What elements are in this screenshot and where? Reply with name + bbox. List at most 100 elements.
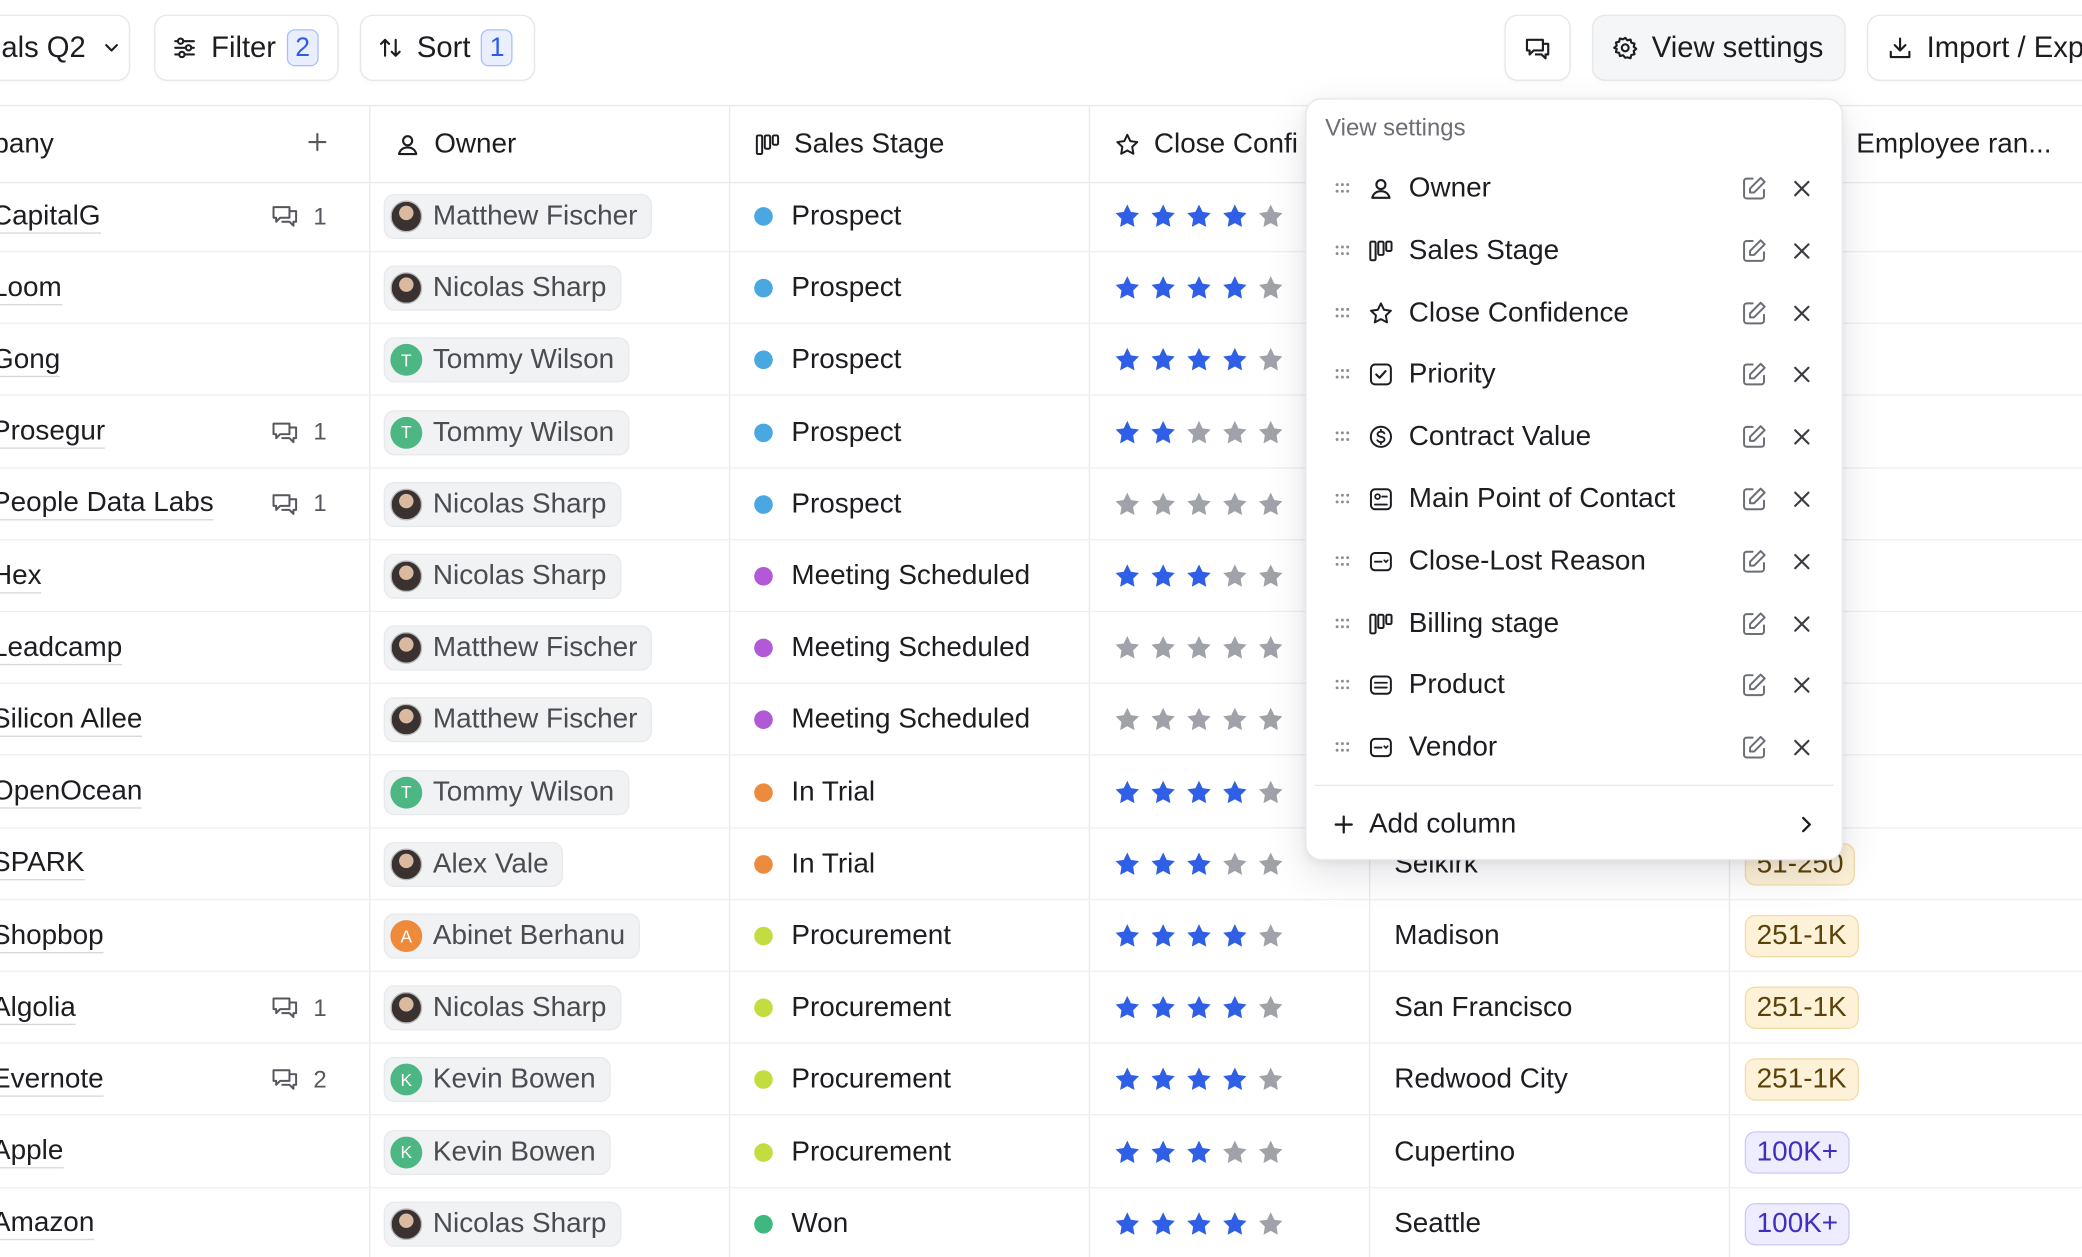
close-confidence-cell[interactable]: [1113, 181, 1286, 253]
sales-stage-cell[interactable]: In Trial: [754, 756, 875, 828]
drag-handle-icon[interactable]: [1333, 676, 1352, 695]
company-cell[interactable]: CapitalG 1: [0, 181, 353, 253]
table-row[interactable]: Evernote 2 K Kevin Bowen Procurement Redwood …: [0, 1044, 2082, 1116]
star-filled-icon[interactable]: [1220, 993, 1249, 1022]
company-cell[interactable]: Amazon: [0, 1188, 353, 1257]
close-confidence-cell[interactable]: [1113, 684, 1286, 756]
owner-cell[interactable]: Nicolas Sharp: [383, 468, 622, 540]
star-filled-icon[interactable]: [1149, 346, 1178, 375]
company-cell[interactable]: Loom: [0, 253, 353, 325]
location-cell[interactable]: San Francisco: [1394, 972, 1572, 1044]
owner-cell[interactable]: K Kevin Bowen: [383, 1116, 611, 1188]
company-cell[interactable]: OpenOcean: [0, 756, 353, 828]
owner-chip[interactable]: Matthew Fischer: [383, 697, 653, 743]
view-settings-item[interactable]: Priority: [1307, 344, 1845, 405]
star-filled-icon[interactable]: [1149, 850, 1178, 879]
import-export-button[interactable]: Import / Exp: [1866, 14, 2082, 81]
star-filled-icon[interactable]: [1149, 274, 1178, 303]
company-cell[interactable]: People Data Labs 1: [0, 468, 353, 540]
star-filled-icon[interactable]: [1149, 993, 1178, 1022]
close-icon[interactable]: [1790, 425, 1814, 449]
star-filled-icon[interactable]: [1113, 346, 1142, 375]
table-row[interactable]: Algolia 1 Nicolas Sharp Procurement San Fran…: [0, 972, 2082, 1044]
star-filled-icon[interactable]: [1113, 850, 1142, 879]
view-settings-button[interactable]: View settings: [1592, 14, 1846, 81]
owner-cell[interactable]: Matthew Fischer: [383, 612, 653, 684]
star-empty-icon[interactable]: [1256, 993, 1285, 1022]
filter-button[interactable]: Filter 2: [154, 14, 339, 81]
edit-icon[interactable]: [1739, 547, 1768, 576]
star-filled-icon[interactable]: [1184, 562, 1213, 591]
company-cell[interactable]: Silicon Allee: [0, 684, 353, 756]
star-filled-icon[interactable]: [1113, 993, 1142, 1022]
star-empty-icon[interactable]: [1113, 706, 1142, 735]
star-empty-icon[interactable]: [1184, 418, 1213, 447]
close-icon[interactable]: [1790, 612, 1814, 636]
star-empty-icon[interactable]: [1256, 1209, 1285, 1238]
star-filled-icon[interactable]: [1149, 562, 1178, 591]
sales-stage-cell[interactable]: Meeting Scheduled: [754, 612, 1030, 684]
close-confidence-cell[interactable]: [1113, 828, 1286, 900]
company-name[interactable]: Gong: [0, 344, 61, 377]
company-name[interactable]: Prosegur: [0, 416, 106, 449]
company-cell[interactable]: Hex: [0, 540, 353, 612]
close-confidence-cell[interactable]: [1113, 900, 1286, 972]
rating-stars[interactable]: [1113, 850, 1286, 879]
rating-stars[interactable]: [1113, 1065, 1286, 1094]
owner-cell[interactable]: Alex Vale: [383, 828, 564, 900]
star-filled-icon[interactable]: [1184, 1209, 1213, 1238]
drag-handle-icon[interactable]: [1333, 428, 1352, 447]
star-filled-icon[interactable]: [1184, 778, 1213, 807]
owner-chip[interactable]: K Kevin Bowen: [383, 1057, 611, 1103]
sales-stage-cell[interactable]: Procurement: [754, 900, 951, 972]
table-row[interactable]: Amazon Nicolas Sharp Won Seattle 100K+: [0, 1188, 2082, 1257]
star-filled-icon[interactable]: [1113, 562, 1142, 591]
comment-indicator[interactable]: 1: [271, 202, 327, 230]
star-empty-icon[interactable]: [1256, 274, 1285, 303]
table-row[interactable]: Apple K Kevin Bowen Procurement Cupertino 100…: [0, 1116, 2082, 1188]
star-filled-icon[interactable]: [1113, 1065, 1142, 1094]
company-name[interactable]: Shopbop: [0, 920, 104, 953]
employee-range-cell[interactable]: 100K+: [1744, 1116, 1851, 1188]
rating-stars[interactable]: [1113, 1137, 1286, 1166]
owner-cell[interactable]: Matthew Fischer: [383, 684, 653, 756]
company-name[interactable]: People Data Labs: [0, 488, 214, 521]
owner-chip[interactable]: Matthew Fischer: [383, 193, 653, 240]
column-header-owner[interactable]: Owner: [370, 106, 729, 184]
edit-icon[interactable]: [1739, 671, 1768, 700]
close-icon[interactable]: [1790, 363, 1814, 387]
company-name[interactable]: SPARK: [0, 848, 85, 881]
employee-range-cell[interactable]: 251-1K: [1744, 972, 1859, 1044]
employee-range-cell[interactable]: 100K+: [1744, 1188, 1851, 1257]
view-settings-item[interactable]: Billing stage: [1307, 593, 1845, 654]
edit-icon[interactable]: [1739, 298, 1768, 327]
star-empty-icon[interactable]: [1149, 634, 1178, 663]
view-settings-item[interactable]: Owner: [1307, 158, 1845, 219]
company-cell[interactable]: Gong: [0, 325, 353, 397]
owner-chip[interactable]: Matthew Fischer: [383, 625, 653, 671]
rating-stars[interactable]: [1113, 921, 1286, 950]
star-empty-icon[interactable]: [1220, 490, 1249, 519]
rating-stars[interactable]: [1113, 490, 1286, 519]
close-icon[interactable]: [1790, 674, 1814, 698]
close-confidence-cell[interactable]: [1113, 253, 1286, 325]
edit-icon[interactable]: [1739, 422, 1768, 451]
star-filled-icon[interactable]: [1184, 850, 1213, 879]
rating-stars[interactable]: [1113, 562, 1286, 591]
star-empty-icon[interactable]: [1220, 634, 1249, 663]
sales-stage-cell[interactable]: In Trial: [754, 828, 875, 900]
star-filled-icon[interactable]: [1113, 418, 1142, 447]
view-settings-item[interactable]: Sales Stage: [1307, 220, 1845, 281]
close-confidence-cell[interactable]: [1113, 396, 1286, 468]
star-empty-icon[interactable]: [1113, 490, 1142, 519]
star-empty-icon[interactable]: [1149, 490, 1178, 519]
star-empty-icon[interactable]: [1256, 562, 1285, 591]
star-empty-icon[interactable]: [1256, 346, 1285, 375]
owner-chip[interactable]: Nicolas Sharp: [383, 985, 622, 1031]
owner-cell[interactable]: T Tommy Wilson: [383, 325, 629, 397]
comment-indicator[interactable]: 1: [271, 418, 327, 446]
star-empty-icon[interactable]: [1256, 202, 1285, 231]
star-filled-icon[interactable]: [1113, 778, 1142, 807]
company-cell[interactable]: Shopbop: [0, 900, 353, 972]
company-name[interactable]: CapitalG: [0, 200, 101, 234]
